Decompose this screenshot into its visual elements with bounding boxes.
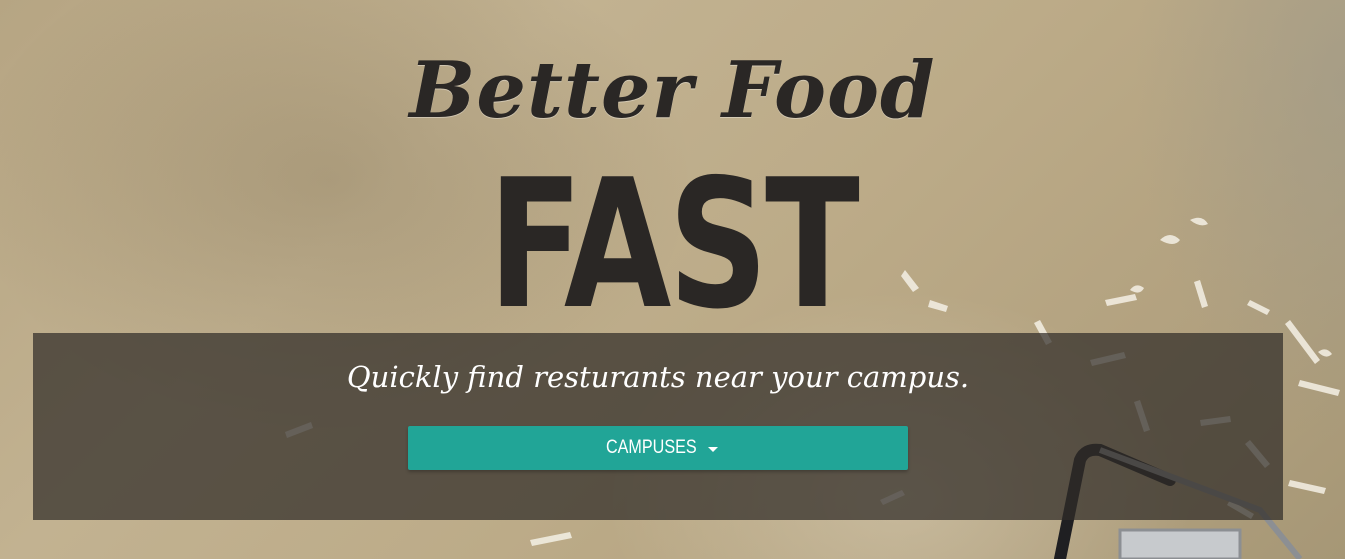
hero-tagline: Quickly find resturants near your campus… — [346, 360, 970, 394]
campuses-button-label: CAMPUSES — [605, 437, 697, 458]
campuses-dropdown-button[interactable]: CAMPUSES — [408, 426, 908, 470]
hero-big-title: FAST — [488, 141, 860, 348]
hero-script-title: Better Food — [409, 45, 936, 136]
hero-overlay-panel: Quickly find resturants near your campus… — [33, 333, 1283, 520]
caret-down-icon — [708, 446, 719, 452]
